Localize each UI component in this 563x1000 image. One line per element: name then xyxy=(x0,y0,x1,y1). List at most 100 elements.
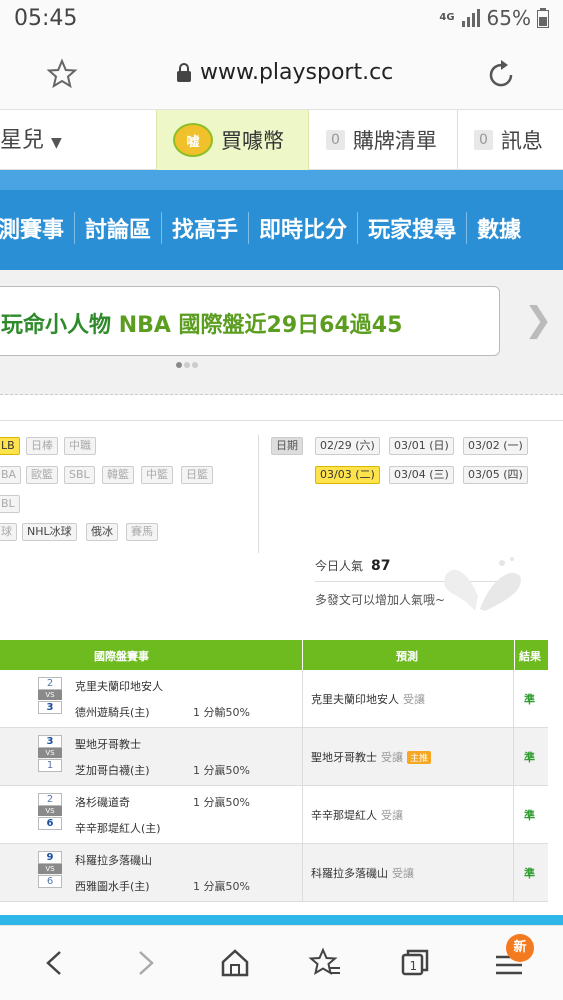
nav-item-forum[interactable]: 討論區 xyxy=(75,212,163,244)
odds: 1 分輸50% xyxy=(193,706,250,719)
prediction-team: 科羅拉多落磯山 xyxy=(311,867,388,880)
header-result: 結果 xyxy=(519,650,541,663)
league-tag[interactable]: 中職 xyxy=(64,437,96,455)
league-tag[interactable]: 韓籃 xyxy=(102,466,134,484)
chevron-down-icon: ▼ xyxy=(51,135,62,151)
league-tag[interactable]: 賽馬 xyxy=(126,523,158,541)
vs-badge: VS xyxy=(38,864,62,874)
messages-label: 訊息 xyxy=(500,129,543,153)
carousel-dots xyxy=(176,362,198,368)
banner-name: 玩命小人物 xyxy=(1,313,112,338)
network-indicator: 4G xyxy=(439,12,455,23)
prediction-cell: 聖地牙哥教士 受讓 主推 xyxy=(302,728,514,786)
score-home: 3 xyxy=(38,701,62,714)
bookmark-star-icon[interactable] xyxy=(46,58,78,90)
banner-record: NBA 國際盤近29日64過45 xyxy=(118,313,403,338)
forward-icon[interactable] xyxy=(128,946,162,980)
nav-item-data[interactable]: 數據 xyxy=(467,212,531,244)
carousel-dot[interactable] xyxy=(176,362,182,368)
date-button[interactable]: 03/04 (三) xyxy=(389,466,454,484)
league-tag[interactable]: LB xyxy=(0,437,20,455)
nav-items: 測賽事 討論區 找高手 即時比分 玩家搜尋 數據 xyxy=(0,208,531,248)
main-nav: 測賽事 討論區 找高手 即時比分 玩家搜尋 數據 xyxy=(0,170,563,270)
table-row[interactable]: 2 VS 6 洛杉磯道奇 辛辛那堤紅人(主) 1 分贏50% 辛辛那堤紅人 受讓 … xyxy=(0,786,548,844)
carousel-dot[interactable] xyxy=(184,362,190,368)
team-home[interactable]: 芝加哥白襪(主) xyxy=(75,762,150,778)
home-icon[interactable] xyxy=(218,946,252,980)
league-tag[interactable]: SBL xyxy=(64,466,95,484)
league-tag[interactable]: NHL冰球 xyxy=(22,523,77,541)
team-home[interactable]: 西雅圖水手(主) xyxy=(75,878,150,894)
team-away[interactable]: 科羅拉多落磯山 xyxy=(75,852,152,868)
cart-label: 購牌清單 xyxy=(352,129,437,153)
battery-icon xyxy=(537,8,549,28)
odds: 1 分贏50% xyxy=(193,764,250,777)
carousel-dot[interactable] xyxy=(192,362,198,368)
league-tag[interactable]: 球 xyxy=(0,523,17,541)
nav-item-live-score[interactable]: 即時比分 xyxy=(249,212,359,244)
date-button-selected[interactable]: 03/03 (二) xyxy=(315,466,380,484)
date-button[interactable]: 03/02 (一) xyxy=(463,437,528,455)
league-tag[interactable]: 中籃 xyxy=(141,466,173,484)
league-tag[interactable]: 日籃 xyxy=(181,466,213,484)
score-home: 1 xyxy=(38,759,62,772)
url-field[interactable]: www.playsport.cc xyxy=(176,60,393,85)
league-tag[interactable]: 俄冰 xyxy=(86,523,118,541)
popularity-label: 今日人氣 xyxy=(315,559,364,573)
league-tag[interactable]: BA xyxy=(0,466,22,484)
reload-icon[interactable] xyxy=(484,58,518,92)
main-pick-badge: 主推 xyxy=(407,751,432,764)
score-away: 9 xyxy=(38,851,62,864)
cart-button[interactable]: 0 購牌清單 xyxy=(310,110,458,170)
table-row[interactable]: 2 VS 3 克里夫蘭印地安人 德州遊騎兵(主) 1 分輸50% 克里夫蘭印地安… xyxy=(0,670,548,728)
prediction-type: 受讓 xyxy=(403,693,425,706)
status-bar: 05:45 4G 65% xyxy=(0,0,563,40)
bookmarks-icon[interactable] xyxy=(308,946,342,980)
date-button[interactable]: 02/29 (六) xyxy=(315,437,380,455)
nav-item-predict[interactable]: 測賽事 xyxy=(0,212,76,244)
panel-divider xyxy=(258,435,259,553)
chevron-right-icon[interactable]: ❯ xyxy=(524,300,553,340)
team-away[interactable]: 洛杉磯道奇 xyxy=(75,794,130,810)
team-home[interactable]: 辛辛那堤紅人(主) xyxy=(75,820,161,836)
odds: 1 分贏50% xyxy=(193,796,250,809)
team-away[interactable]: 克里夫蘭印地安人 xyxy=(75,678,163,694)
site-top-bar: 星兒 ▼ 嘘 買噱幣 0 購牌清單 0 訊息 xyxy=(0,110,563,170)
table-row[interactable]: 9 VS 6 科羅拉多落磯山 西雅圖水手(主) 1 分贏50% 科羅拉多落磯山受… xyxy=(0,844,548,902)
score-home: 6 xyxy=(38,875,62,888)
messages-count: 0 xyxy=(474,130,493,150)
score-away: 2 xyxy=(38,793,62,806)
vs-badge: VS xyxy=(38,748,62,758)
prediction-team: 辛辛那堤紅人 xyxy=(311,809,377,822)
tabs-icon[interactable]: 1 xyxy=(398,946,432,980)
team-home[interactable]: 德州遊騎兵(主) xyxy=(75,704,150,720)
table-header: 國際盤賽事 預測 結果 xyxy=(0,640,548,670)
nav-item-experts[interactable]: 找高手 xyxy=(162,212,250,244)
butterfly-icon xyxy=(444,557,521,611)
browser-bottom-nav: 1 新 xyxy=(0,925,563,1000)
header-event: 國際盤賽事 xyxy=(94,650,149,663)
new-badge: 新 xyxy=(506,934,534,962)
coin-icon: 嘘 xyxy=(173,123,213,157)
table-row[interactable]: 3 VS 1 聖地牙哥教士 芝加哥白襪(主) 1 分贏50% 聖地牙哥教士 受讓主… xyxy=(0,728,548,786)
prediction-cell: 辛辛那堤紅人 受讓 xyxy=(302,786,514,844)
nav-stripe xyxy=(0,170,563,190)
prediction-team: 克里夫蘭印地安人 xyxy=(311,693,399,706)
battery-percent: 65% xyxy=(486,6,531,30)
result: 準 xyxy=(524,809,535,822)
date-button[interactable]: 03/01 (日) xyxy=(389,437,454,455)
banner-card[interactable]: 玩命小人物 NBA 國際盤近29日64過45 xyxy=(0,286,500,356)
date-button[interactable]: 03/05 (四) xyxy=(463,466,528,484)
nav-item-player-search[interactable]: 玩家搜尋 xyxy=(358,212,468,244)
result: 準 xyxy=(524,693,535,706)
league-tag[interactable]: BL xyxy=(0,495,20,513)
messages-button[interactable]: 0 訊息 xyxy=(458,110,563,170)
team-away[interactable]: 聖地牙哥教士 xyxy=(75,736,141,752)
user-menu[interactable]: 星兒 ▼ xyxy=(0,122,62,154)
status-indicators: 4G 65% xyxy=(439,6,549,30)
vs-badge: VS xyxy=(38,806,62,816)
league-tag[interactable]: 日棒 xyxy=(26,437,58,455)
buy-coin-button[interactable]: 嘘 買噱幣 xyxy=(156,110,309,170)
league-tag[interactable]: 歐籃 xyxy=(26,466,58,484)
back-icon[interactable] xyxy=(38,946,72,980)
